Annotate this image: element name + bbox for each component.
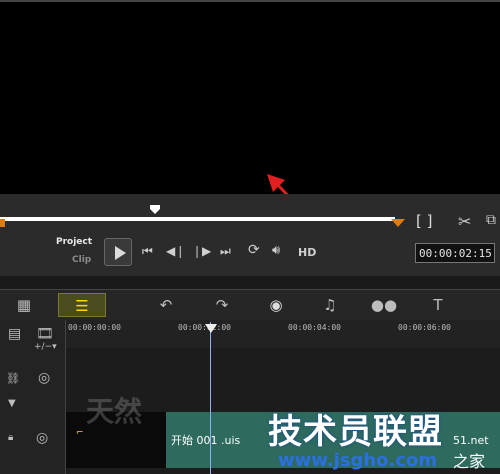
playhead[interactable] [210,322,211,474]
scrub-bar[interactable] [0,217,395,221]
undo-icon[interactable]: ↶ [142,293,190,317]
watermark-logo-text: 技术员联盟 [268,412,443,452]
track-manager-icon[interactable]: ▤ [8,326,21,342]
mark-in-out-buttons[interactable]: [ ] [416,212,432,230]
trim-start-marker[interactable] [0,219,5,227]
collapse-icon[interactable]: ▼ [8,398,16,409]
title-icon[interactable]: T [414,293,462,317]
timecode-field[interactable]: 00:00:02:15 [415,243,495,263]
clip-label: 开始 001 .uis [171,434,241,447]
watermark-partial: 51.net [453,434,489,447]
record-capture-icon[interactable]: ◉ [252,293,300,317]
trim-end-marker[interactable] [391,219,405,227]
auto-music-icon[interactable]: ●● [360,293,408,317]
hd-toggle[interactable]: HD [298,246,316,259]
playhead-handle[interactable] [205,324,217,333]
go-to-end-icon[interactable]: ⏭ [220,244,231,259]
play-button[interactable] [104,238,132,266]
faded-overlay-text: 天然 [86,395,143,428]
storyboard-view-icon[interactable]: ▦ [0,293,48,317]
sound-mixer-icon[interactable]: ♫ [306,293,354,317]
clip-marker-icon: ⌐ [76,428,84,438]
lock-icon[interactable]: 🔒︎ [8,432,13,443]
video-reel-icon[interactable]: ◎ [36,430,48,446]
timeline-ruler[interactable]: 00:00:00:00 00:00:02:00 00:00:04:00 00:0… [66,320,500,349]
video-track-icon[interactable]: 🎞︎ [36,326,54,342]
timeline-toolbar: ▦ ☰ ↶ ↷ ◉ ♫ ●● T [0,289,500,321]
next-frame-icon[interactable]: ❘▶ [192,244,211,258]
volume-icon[interactable]: 🔊︎ [272,243,280,258]
watermark-url: www.jsgho.com [278,450,438,471]
preview-window [0,0,500,194]
track-headers: ▤ 🎞︎ +/−▾ ⛓ ◎ ▼ 🔒︎ ◎ [0,320,66,474]
ruler-tick: 00:00:00:00 [68,323,121,332]
ruler-tick: 00:00:04:00 [288,323,341,332]
add-remove-track-icon[interactable]: +/−▾ [34,342,57,352]
copy-icon[interactable]: ⧉ [486,212,496,228]
overlay-track-icon[interactable]: ◎ [38,370,50,386]
repeat-icon[interactable]: ⟳ [248,242,260,258]
mode-project-label[interactable]: Project [56,237,92,247]
ruler-tick: 00:00:06:00 [398,323,451,332]
scissors-icon[interactable]: ✂ [458,212,471,231]
go-to-start-icon[interactable]: ⏮ [142,244,153,259]
timeline-view-icon[interactable]: ☰ [58,293,106,317]
link-icon[interactable]: ⛓ [6,372,20,385]
previous-frame-icon[interactable]: ◀❘ [166,244,185,258]
mode-clip-label[interactable]: Clip [72,255,91,265]
redo-icon[interactable]: ↷ [198,293,246,317]
watermark-home: 之家 [453,452,486,471]
